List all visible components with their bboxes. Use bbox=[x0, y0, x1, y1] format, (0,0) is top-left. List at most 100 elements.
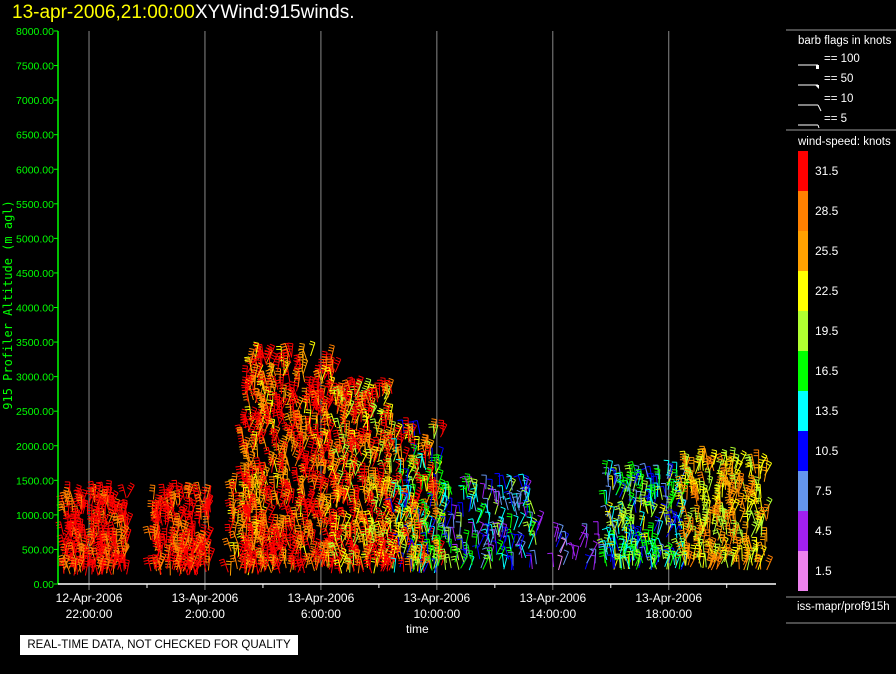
colorbar-label: 22.5 bbox=[815, 284, 839, 298]
x-tick-label-date: 13-Apr-2006 bbox=[403, 591, 470, 605]
wind-barb bbox=[562, 549, 569, 565]
wind-barb bbox=[636, 497, 642, 513]
wind-barb bbox=[690, 507, 698, 522]
y-axis-label: 915 Profiler Altitude (m agl) bbox=[1, 200, 15, 410]
data-source-label: iss-mapr/prof915h bbox=[797, 601, 890, 613]
wind-barb bbox=[479, 482, 486, 498]
colorbar-swatch bbox=[798, 511, 808, 551]
colorbar-swatch bbox=[798, 311, 808, 351]
wind-barb bbox=[537, 509, 545, 526]
colorbar-label: 25.5 bbox=[815, 244, 839, 258]
colorbar-label: 10.5 bbox=[815, 444, 839, 458]
barb-sample-10: == 10 bbox=[824, 93, 854, 105]
y-tick-label: 6000.00 bbox=[16, 164, 54, 176]
wind-barb bbox=[750, 521, 758, 537]
wind-barb bbox=[482, 554, 490, 570]
wind-barb bbox=[590, 540, 598, 556]
colorbar-swatch bbox=[798, 191, 808, 231]
wind-barb bbox=[608, 554, 616, 569]
barb-sample-flag bbox=[815, 85, 819, 89]
y-tick-label: 1000.00 bbox=[16, 510, 54, 522]
wind-barb bbox=[578, 524, 587, 540]
quality-notice: REAL-TIME DATA, NOT CHECKED FOR QUALITY bbox=[20, 635, 298, 655]
colorbar-swatch bbox=[798, 431, 808, 471]
colorbar-label: 31.5 bbox=[815, 164, 839, 178]
y-tick-label: 2500.00 bbox=[16, 406, 54, 418]
wind-barb bbox=[428, 423, 435, 439]
wind-barb bbox=[446, 510, 453, 527]
wind-barb bbox=[528, 533, 535, 549]
wind-barb bbox=[513, 514, 519, 531]
y-tick-label: 0.00 bbox=[34, 579, 55, 591]
y-tick-label: 7500.00 bbox=[16, 61, 54, 73]
x-tick-label-date: 13-Apr-2006 bbox=[519, 591, 586, 605]
wind-barb bbox=[333, 356, 342, 373]
wind-barb bbox=[309, 340, 316, 357]
y-tick-label: 6500.00 bbox=[16, 130, 54, 142]
wind-barb bbox=[579, 531, 586, 548]
colorbar-swatch bbox=[798, 231, 808, 271]
wind-barb bbox=[607, 554, 614, 569]
wind-barb bbox=[506, 513, 513, 529]
barb-sample-5: == 5 bbox=[824, 113, 848, 125]
barb-legend-title: barb flags in knots bbox=[798, 35, 892, 47]
y-tick-label: 2000.00 bbox=[16, 441, 54, 453]
barb-sample-100: == 100 bbox=[824, 53, 860, 65]
y-tick-label: 3500.00 bbox=[16, 337, 54, 349]
wind-barb bbox=[598, 490, 606, 505]
colorbar-swatch bbox=[798, 551, 808, 591]
wind-barb bbox=[557, 554, 563, 571]
wind-barb bbox=[639, 515, 645, 531]
wind-barb bbox=[366, 451, 374, 467]
y-tick-label: 1500.00 bbox=[16, 475, 54, 487]
colorbar-swatch bbox=[798, 391, 808, 431]
wind-barb bbox=[224, 523, 232, 539]
wind-barb bbox=[663, 459, 670, 475]
wind-barb bbox=[568, 544, 575, 559]
wind-barb bbox=[747, 474, 755, 490]
y-tick-label: 5500.00 bbox=[16, 199, 54, 211]
wind-barb bbox=[149, 484, 156, 500]
colorbar-swatch bbox=[798, 271, 808, 311]
wind-barb bbox=[583, 532, 589, 548]
wind-barb bbox=[455, 521, 462, 537]
colorbar-label: 28.5 bbox=[815, 204, 839, 218]
wind-barb bbox=[126, 482, 135, 498]
wind-barb bbox=[242, 393, 251, 408]
wind-barb bbox=[404, 558, 412, 573]
wind-barb bbox=[222, 537, 232, 552]
x-tick-label-date: 13-Apr-2006 bbox=[635, 591, 702, 605]
wind-barb bbox=[472, 530, 480, 545]
x-tick-label-time: 2:00:00 bbox=[185, 607, 225, 621]
barb-sample-barb bbox=[817, 104, 822, 112]
wind-barb bbox=[518, 511, 526, 528]
wind-barb bbox=[487, 484, 494, 501]
barb-sample-flag bbox=[816, 65, 819, 69]
colorbar-label: 19.5 bbox=[815, 324, 839, 338]
wind-barb bbox=[671, 537, 682, 552]
x-tick-label-time: 10:00:00 bbox=[413, 607, 460, 621]
wind-barb bbox=[298, 543, 308, 558]
colorbar-label: 7.5 bbox=[815, 484, 832, 498]
colorbar-swatch bbox=[798, 351, 808, 391]
wind-barb bbox=[439, 491, 446, 507]
barb-sample-50: == 50 bbox=[824, 73, 854, 85]
wind-barb bbox=[590, 554, 596, 570]
colorbar-title: wind-speed: knots bbox=[798, 136, 891, 148]
wind-barb bbox=[458, 485, 465, 500]
x-tick-label-time: 18:00:00 bbox=[645, 607, 692, 621]
y-tick-label: 4000.00 bbox=[16, 303, 54, 315]
wind-barb bbox=[142, 557, 152, 572]
colorbar-label: 13.5 bbox=[815, 404, 839, 418]
y-tick-label: 8000.00 bbox=[16, 26, 54, 38]
wind-barb bbox=[117, 484, 127, 499]
wind-barb-plot: 12-Apr-2006 22:00:00 13-Apr-2006 2:00:00 13-… bbox=[16, 26, 896, 624]
colorbar-label: 16.5 bbox=[815, 364, 839, 378]
colorbar-label: 1.5 bbox=[815, 564, 832, 578]
x-tick-label-date: 13-Apr-2006 bbox=[288, 591, 355, 605]
wind-barb bbox=[55, 521, 64, 536]
x-tick-label-date: 13-Apr-2006 bbox=[172, 591, 239, 605]
x-tick-label-time: 14:00:00 bbox=[529, 607, 576, 621]
x-tick-label-time: 22:00:00 bbox=[66, 607, 113, 621]
y-tick-label: 3000.00 bbox=[16, 372, 54, 384]
